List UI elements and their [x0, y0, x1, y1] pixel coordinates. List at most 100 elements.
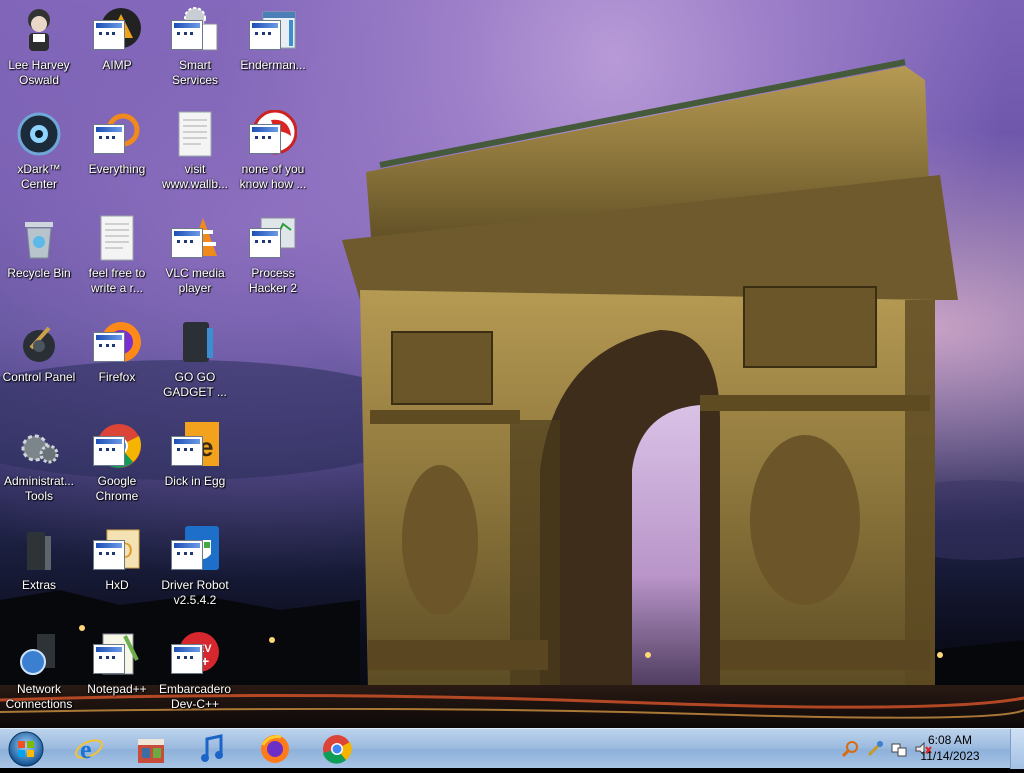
start-button[interactable] [4, 730, 44, 768]
taskbar-firefox[interactable] [248, 731, 302, 767]
taskbar-chrome[interactable] [310, 731, 364, 767]
desktop-icon-extras[interactable]: Extras [0, 520, 78, 616]
desktop-icon-embarcadero[interactable]: DEV+ Embarcadero Dev-C++ [156, 624, 234, 720]
app-shortcut-icon [171, 436, 203, 466]
desktop-icon-label: Extras [21, 578, 56, 592]
desktop-icon-smart-services[interactable]: Smart Services [156, 0, 234, 96]
desktop-icon-go-go-gadget[interactable]: GO GO GADGET ... [156, 312, 234, 408]
app-shortcut-icon [93, 644, 125, 674]
firefox-icon [261, 735, 289, 763]
tray-search-icon[interactable] [841, 740, 860, 758]
desktop-icon-label: Google Chrome [95, 474, 139, 503]
desktop-icon-xdark-center[interactable]: xDark™ Center [0, 104, 78, 200]
desktop-icon-hxd[interactable]: D HxD [78, 520, 156, 616]
network-icon [15, 630, 63, 678]
chrome-icon [323, 735, 352, 764]
firefox-icon [93, 318, 141, 366]
driver-robot-icon [171, 526, 219, 574]
clock-date: 11/14/2023 [920, 749, 980, 763]
app-shortcut-icon [171, 540, 203, 570]
chrome-icon [93, 422, 141, 470]
desktop-icon-aimp[interactable]: AIMP [78, 0, 156, 96]
music-icon [201, 734, 223, 762]
desktop-icon-label: Embarcadero Dev-C++ [158, 682, 232, 711]
hxd-icon: D [93, 526, 141, 574]
text-document-icon [171, 110, 219, 158]
desktop-icon-label: Smart Services [171, 58, 218, 87]
character-icon [15, 6, 63, 54]
desktop-icon-feel-free[interactable]: feel free to write a r... [78, 208, 156, 304]
clock[interactable]: 6:08 AM 11/14/2023 [900, 732, 1000, 764]
desktop-icon-control-panel[interactable]: Control Panel [0, 312, 78, 408]
desktop-icon-label: Firefox [98, 370, 136, 384]
app-shortcut-icon [171, 228, 203, 258]
show-desktop-button[interactable] [1010, 729, 1024, 769]
desktop-icon-label: AIMP [102, 58, 132, 72]
desktop-icon-label: Network Connections [5, 682, 73, 711]
desktop-icon-label: xDark™ Center [17, 162, 61, 191]
control-panel-icon [15, 318, 63, 366]
clock-time: 6:08 AM [927, 733, 973, 747]
text-document-icon [93, 214, 141, 262]
svg-text:e: e [80, 735, 92, 764]
desktop-icon-google-chrome[interactable]: Google Chrome [78, 416, 156, 512]
desktop-icon-everything[interactable]: Everything [78, 104, 156, 200]
tray-tools-icon[interactable] [866, 740, 884, 758]
app-shortcut-icon [93, 124, 125, 154]
taskbar-internet-explorer[interactable]: e [62, 731, 116, 767]
egg-app-icon: e [171, 422, 219, 470]
parrot-app-icon [249, 109, 298, 158]
smart-services-icon [171, 6, 219, 54]
taskbar-store[interactable] [124, 731, 178, 767]
desktop-icon-label: GO GO GADGET ... [163, 370, 227, 399]
desktop-icon-label: Administrat... Tools [3, 474, 75, 503]
desktop-icon-label: none of you know how ... [239, 162, 307, 191]
desktop-icon-label: Driver Robot v2.5.4.2 [161, 578, 229, 607]
app-shortcut-icon [93, 540, 125, 570]
app-shortcut-icon [249, 20, 281, 50]
devcpp-icon: DEV+ [171, 630, 219, 678]
recycle-bin-icon [15, 214, 63, 262]
desktop-icon-vlc[interactable]: VLC media player [156, 208, 234, 304]
desktop-icon-label: Enderman... [240, 58, 306, 72]
desktop-icon-recycle-bin[interactable]: Recycle Bin [0, 208, 78, 304]
gadget-icon [171, 318, 219, 366]
desktop-icon-dick-in-egg[interactable]: e Dick in Egg [156, 416, 234, 512]
desktop-icon-label: visit www.wallb... [161, 162, 229, 191]
taskbar-music[interactable] [186, 731, 240, 767]
taskbar: e 6:08 AM 11/14/2023 [0, 728, 1024, 769]
internet-explorer-icon: e [74, 735, 104, 764]
app-shortcut-icon [171, 644, 203, 674]
desktop-icon-none-of-you[interactable]: none of you know how ... [234, 104, 312, 200]
desktop-icon-visit-wallb[interactable]: visit www.wallb... [156, 104, 234, 200]
desktop-icon-admin-tools[interactable]: Administrat... Tools [0, 416, 78, 512]
app-shortcut-icon [93, 332, 125, 362]
desktop-icon-firefox[interactable]: Firefox [78, 312, 156, 408]
xdark-icon [15, 110, 63, 158]
desktop-icon-label: Everything [88, 162, 146, 176]
extras-icon [15, 526, 63, 574]
desktop-icon-network-connections[interactable]: Network Connections [0, 624, 78, 720]
desktop-icon-label: HxD [105, 578, 129, 592]
desktop-icon-lee-harvey-oswald[interactable]: Lee Harvey Oswald [0, 0, 78, 96]
desktop-icon-driver-robot[interactable]: Driver Robot v2.5.4.2 [156, 520, 234, 616]
app-shortcut-icon [249, 228, 281, 258]
process-hacker-icon [249, 214, 297, 262]
gears-icon [15, 422, 63, 470]
desktop-icon-process-hacker[interactable]: Process Hacker 2 [234, 208, 312, 304]
desktop-icon-label: VLC media player [165, 266, 225, 295]
desktop-icon-label: Recycle Bin [7, 266, 71, 280]
arch-body [342, 59, 958, 690]
desktop-icon-label: Dick in Egg [164, 474, 226, 488]
everything-icon [93, 110, 141, 158]
app-shortcut-icon [93, 436, 125, 466]
window-app-icon [249, 6, 297, 54]
notepadpp-icon [93, 630, 141, 678]
desktop-icon-notepadpp[interactable]: Notepad++ [78, 624, 156, 720]
desktop-icon-label: Process Hacker 2 [248, 266, 298, 295]
desktop-icon-label: feel free to write a r... [88, 266, 146, 295]
store-icon [138, 739, 164, 763]
desktop-icon-enderman[interactable]: Enderman... [234, 0, 312, 96]
aimp-icon [93, 6, 141, 54]
desktop-icon-label: Notepad++ [87, 682, 147, 696]
